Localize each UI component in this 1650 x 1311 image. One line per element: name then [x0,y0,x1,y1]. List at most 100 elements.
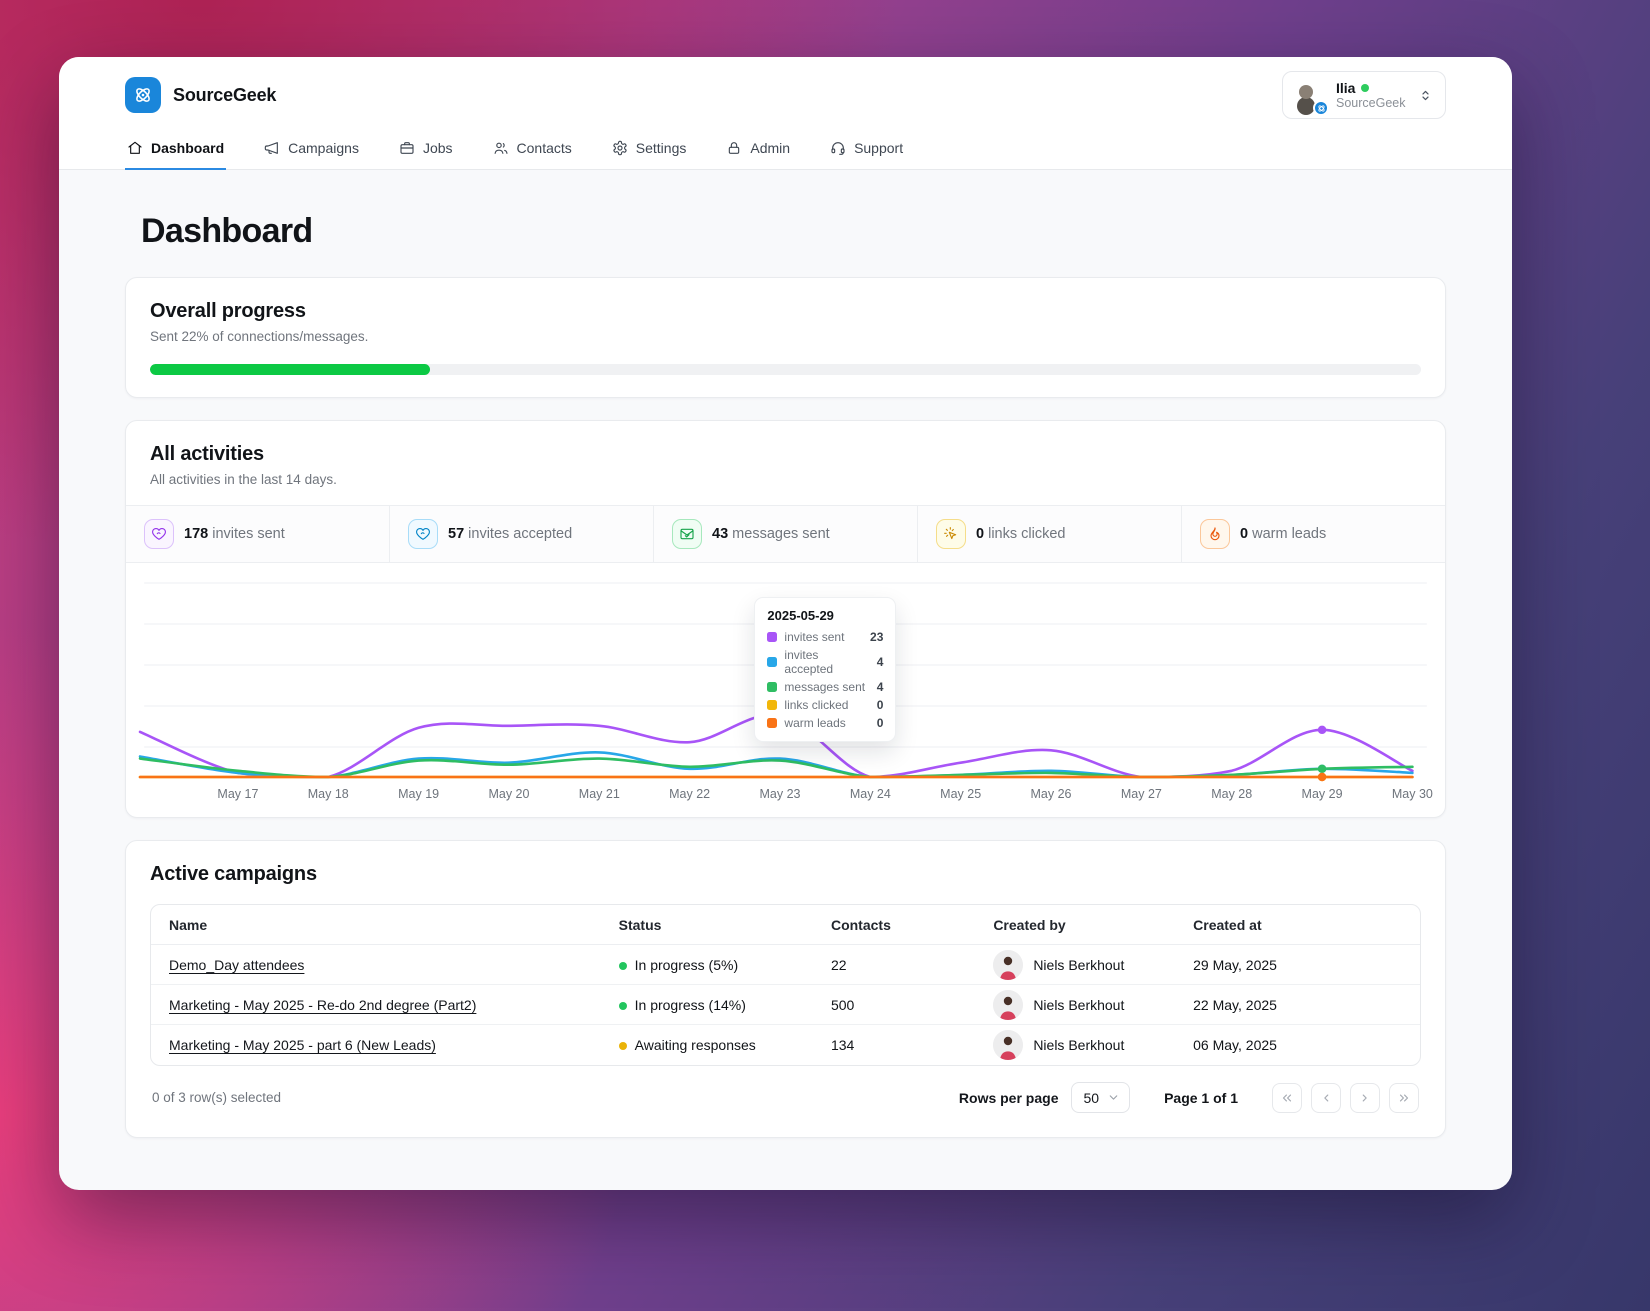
tooltip-row: invites sent 23 [767,630,883,644]
status-text: In progress (14%) [634,996,746,1013]
col-header-name: Name [169,916,208,933]
first-page-button[interactable] [1272,1082,1302,1113]
app-window: SourceGeek Ilia SourceGeek Dashboard Cam… [59,57,1512,1190]
campaigns-title: Active campaigns [150,863,317,885]
table-row[interactable]: Marketing - May 2025 - Re-do 2nd degree … [151,985,1420,1025]
home-icon [128,141,142,154]
creator-avatar [993,949,1024,980]
overall-progress-subtitle: Sent 22% of connections/messages. [150,329,369,344]
activities-subtitle: All activities in the last 14 days. [150,472,337,487]
series-swatch-links-clicked [767,700,778,710]
series-swatch-invites-accepted [767,657,778,667]
chart-x-axis: May 17 May 18 May 19 May 20 May 21 May 22 May … [138,787,1433,807]
heart-accept-icon [408,519,438,549]
progress-bar-fill [150,364,430,375]
org-badge-icon [1313,100,1329,116]
x-axis-label: May 24 [849,787,891,801]
x-axis-label: May 29 [1301,787,1343,801]
next-page-button[interactable] [1350,1082,1380,1113]
megaphone-icon [264,142,279,154]
activities-title: All activities [150,443,264,465]
campaign-link[interactable]: Marketing - May 2025 - part 6 (New Leads… [169,1037,436,1053]
tooltip-row: links clicked 0 [767,698,883,712]
series-swatch-messages-sent [767,682,778,692]
page-info: Page 1 of 1 [1164,1089,1238,1106]
selected-rows-note: 0 of 3 row(s) selected [152,1090,282,1105]
activities-chart[interactable]: May 17 May 18 May 19 May 20 May 21 May 22 May … [138,573,1433,811]
creator-avatar [993,989,1024,1020]
nav-item-contacts[interactable]: Contacts [491,129,574,170]
activity-stats-row: 178 invites sent 57 invites accepted 43 … [126,505,1445,563]
user-name: Ilia [1336,79,1356,96]
active-campaigns-card: Active campaigns Name Status Contacts Cr… [125,840,1446,1138]
main-content: Dashboard Overall progress Sent 22% of c… [59,170,1512,1138]
brand-name: SourceGeek [173,84,277,105]
progress-bar [150,364,1421,375]
page-title: Dashboard [141,212,313,250]
x-axis-label: May 17 [217,787,259,801]
brand: SourceGeek [125,77,276,113]
nav-item-support[interactable]: Support [828,129,905,170]
status-text: In progress (5%) [634,956,739,973]
x-axis-label: May 25 [940,787,982,801]
x-axis-label: May 30 [1391,787,1433,801]
user-avatar [1290,77,1329,116]
rows-per-page-label: Rows per page [958,1089,1059,1106]
briefcase-icon [400,142,414,154]
x-axis-label: May 22 [669,787,711,801]
status-dot [618,1001,627,1010]
user-menu[interactable]: Ilia SourceGeek [1282,71,1446,119]
overall-progress-card: Overall progress Sent 22% of connections… [125,277,1446,398]
series-swatch-warm-leads [767,718,778,728]
col-header-created-at: Created at [1193,916,1262,933]
last-page-button[interactable] [1389,1082,1419,1113]
created-at: 29 May, 2025 [1193,956,1277,973]
all-activities-card: All activities All activities in the las… [125,420,1446,818]
contacts-count: 134 [830,1037,855,1053]
chevron-right-icon [1362,1094,1367,1101]
rows-per-page-select[interactable]: 50 [1070,1082,1131,1113]
col-header-status: Status [618,916,662,933]
cursor-click-icon [936,519,966,549]
table-row[interactable]: Demo_Day attendees In progress (5%) 22 N… [151,945,1420,985]
online-status-dot [1361,83,1370,92]
user-org: SourceGeek [1336,95,1406,110]
campaign-link[interactable]: Marketing - May 2025 - Re-do 2nd degree … [169,997,476,1013]
flame-icon [1200,519,1230,549]
app-header: SourceGeek Ilia SourceGeek Dashboard Cam… [59,57,1512,170]
contacts-count: 500 [830,996,855,1013]
chevrons-up-down-icon [1422,90,1429,100]
table-header-row: Name Status Contacts Created by Created … [151,905,1420,945]
campaigns-table: Name Status Contacts Created by Created … [150,904,1421,1066]
stat-links-clicked: 0 links clicked [917,506,1181,562]
tooltip-row: messages sent 4 [767,680,883,694]
stat-invites-sent: 178 invites sent [126,506,389,562]
x-axis-label: May 23 [759,787,801,801]
status-dot [618,961,627,970]
x-axis-label: May 27 [1120,787,1162,801]
status-text: Awaiting responses [634,1037,756,1053]
nav-item-dashboard[interactable]: Dashboard [125,129,227,170]
chevrons-right-icon [1399,1094,1409,1101]
chevron-left-icon [1324,1094,1329,1101]
x-axis-label: May 26 [1030,787,1072,801]
campaign-link[interactable]: Demo_Day attendees [169,957,304,973]
stat-messages-sent: 43 messages sent [653,506,917,562]
nav-item-campaigns[interactable]: Campaigns [262,129,361,170]
nav-item-jobs[interactable]: Jobs [397,129,455,170]
contacts-count: 22 [830,956,847,973]
prev-page-button[interactable] [1311,1082,1341,1113]
x-axis-label: May 20 [488,787,530,801]
overall-progress-title: Overall progress [150,300,306,322]
creator-name: Niels Berkhout [1033,956,1125,973]
stat-invites-accepted: 57 invites accepted [389,506,653,562]
x-axis-label: May 19 [398,787,440,801]
nav-item-admin[interactable]: Admin [724,129,792,170]
nav-item-settings[interactable]: Settings [610,129,689,170]
chart-tooltip: 2025-05-29 invites sent 23 invites accep… [754,597,897,742]
table-row[interactable]: Marketing - May 2025 - part 6 (New Leads… [151,1025,1420,1065]
col-header-contacts: Contacts [830,916,891,933]
x-axis-label: May 18 [307,787,349,801]
x-axis-label: May 28 [1211,787,1253,801]
series-swatch-invites-sent [767,632,778,642]
